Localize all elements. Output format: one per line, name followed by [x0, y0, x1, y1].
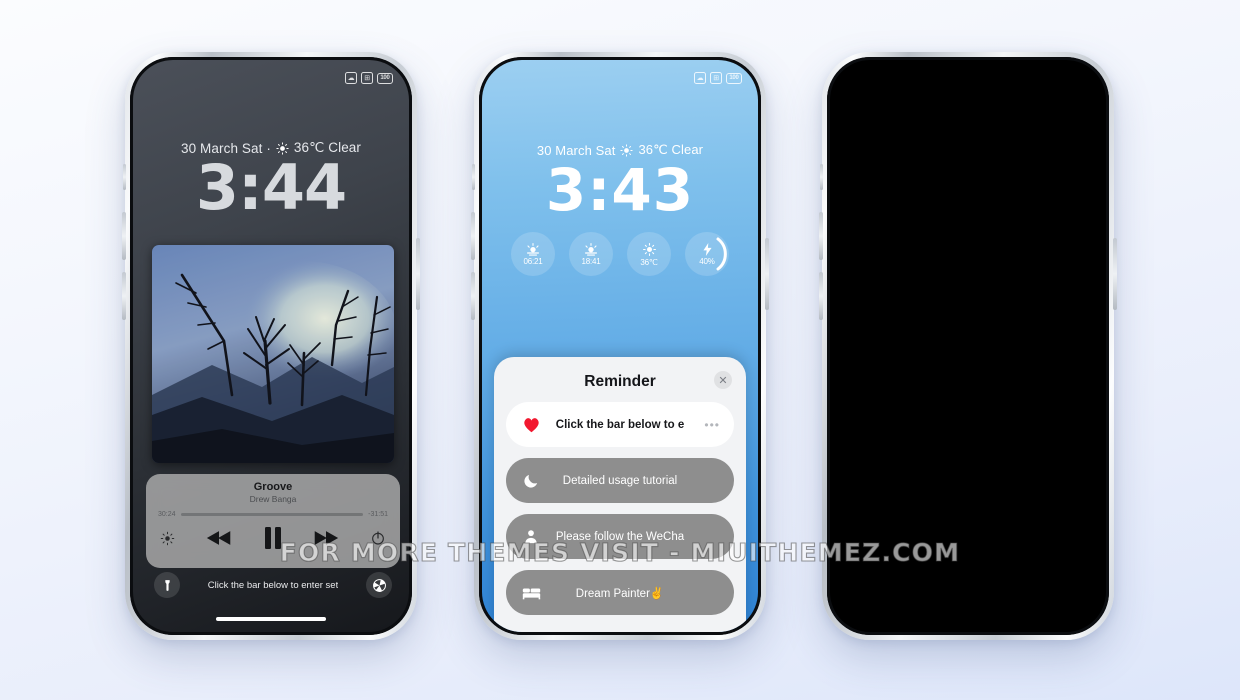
reminder-sheet: Reminder ✕ Click the bar below to e ••• … — [494, 357, 746, 632]
pause-icon[interactable] — [264, 527, 282, 549]
sunrise-chip[interactable]: 06:21 — [511, 232, 555, 277]
power-button[interactable] — [765, 238, 769, 310]
home-indicator-1[interactable] — [216, 616, 326, 621]
battery-icon: 100 — [725, 72, 742, 84]
music-player-widget[interactable]: Groove Drew Banga 30:24 -31:51 — [146, 474, 400, 568]
power-button[interactable] — [1113, 238, 1117, 310]
flashlight-icon[interactable] — [154, 572, 180, 598]
mute-switch[interactable] — [820, 164, 823, 190]
sun-icon — [620, 143, 634, 157]
volume-up-button[interactable] — [122, 212, 126, 260]
lockscreen-clock-1: 3:44 — [195, 151, 347, 224]
reminder-text-4: Dream Painter✌ — [575, 587, 665, 600]
phone-mockup-1: ☁ ⊞ 100 30 March Sat · 36℃ Clear 3:44 Gr… — [122, 52, 420, 640]
sim-grid-icon: ⊞ — [361, 72, 373, 84]
lockscreen-music: ☁ ⊞ 100 30 March Sat · 36℃ Clear 3:44 Gr… — [133, 60, 409, 632]
lock-bottom-bar-1: Click the bar below to enter set — [150, 571, 396, 599]
album-art[interactable] — [152, 245, 394, 463]
lockscreen-reminder: ☁ ⊞ 100 30 March Sat 36℃ Clear 3:43 06:2… — [482, 60, 758, 632]
phone-1-bezel: ☁ ⊞ 100 30 March Sat · 36℃ Clear 3:44 Gr… — [130, 57, 412, 635]
volume-up-button[interactable] — [471, 212, 475, 260]
brightness-icon[interactable] — [160, 531, 175, 546]
player-controls — [158, 527, 388, 549]
volume-up-button[interactable] — [819, 212, 823, 260]
more-options-icon[interactable]: ••• — [704, 418, 720, 432]
sunset-label: 18:41 — [581, 257, 601, 267]
reminder-row-heart[interactable]: Click the bar below to e ••• — [506, 402, 734, 447]
close-icon[interactable]: ✕ — [714, 371, 732, 389]
weather-chip-row: 06:21 18:41 36℃ 40% — [482, 232, 758, 277]
status-bar-1: ☁ ⊞ 100 — [344, 72, 393, 84]
sunrise-icon — [527, 243, 539, 256]
phone-2-bezel: ☁ ⊞ 100 30 March Sat 36℃ Clear 3:43 06:2… — [479, 57, 761, 635]
reminder-text-1: Click the bar below to e — [555, 418, 685, 431]
previous-icon[interactable] — [206, 530, 232, 546]
temperature-chip[interactable]: 36℃ — [627, 232, 671, 277]
track-artist: Drew Banga — [249, 494, 297, 504]
phone-3-bezel: ☁ ⊞ 100 — [827, 57, 1109, 635]
power-button[interactable] — [416, 238, 420, 310]
phone-mockup-2: ☁ ⊞ 100 30 March Sat 36℃ Clear 3:43 06:2… — [471, 52, 769, 640]
reminder-row-wechat[interactable]: Please follow the WeCha — [506, 514, 734, 559]
temperature-label: 36℃ — [640, 257, 658, 267]
sun-icon — [642, 242, 656, 256]
sunrise-label: 06:21 — [523, 257, 543, 267]
mute-switch[interactable] — [123, 164, 126, 190]
network-icon: ☁ — [344, 72, 358, 84]
progress-row: 30:24 -31:51 — [158, 511, 388, 518]
lock-hint-text-1: Click the bar below to enter set — [207, 579, 339, 591]
mute-switch[interactable] — [472, 164, 475, 190]
reminder-row-dream[interactable]: Dream Painter✌ — [506, 570, 734, 615]
volume-down-button[interactable] — [819, 272, 823, 320]
phone-mockup-3: ☁ ⊞ 100 — [819, 52, 1117, 640]
progress-slider[interactable] — [180, 512, 364, 517]
camera-icon[interactable] — [366, 572, 392, 598]
sunset-chip[interactable]: 18:41 — [569, 232, 613, 277]
volume-down-button[interactable] — [122, 272, 126, 320]
network-icon: ☁ — [693, 72, 707, 84]
sim-grid-icon: ⊞ — [710, 72, 722, 84]
lockscreen-clock-2: 3:43 — [545, 156, 695, 224]
reminder-text-3: Please follow the WeCha — [555, 530, 685, 543]
battery-chip[interactable]: 40% — [685, 232, 729, 277]
reminder-title: Reminder — [584, 373, 656, 390]
battery-icon: 100 — [376, 72, 393, 84]
reminder-row-tutorial[interactable]: Detailed usage tutorial — [506, 458, 734, 503]
battery-ring — [716, 237, 727, 271]
status-bar-2: ☁ ⊞ 100 — [693, 72, 742, 84]
power-icon[interactable] — [370, 530, 386, 546]
reminder-text-2: Detailed usage tutorial — [562, 474, 678, 487]
volume-down-button[interactable] — [471, 272, 475, 320]
track-title: Groove — [253, 481, 293, 493]
next-icon[interactable] — [313, 530, 339, 546]
album-artwork-image — [152, 245, 394, 463]
elapsed-time: 30:24 — [158, 511, 176, 518]
sunset-icon — [585, 243, 597, 256]
remaining-time: -31:51 — [368, 511, 388, 518]
